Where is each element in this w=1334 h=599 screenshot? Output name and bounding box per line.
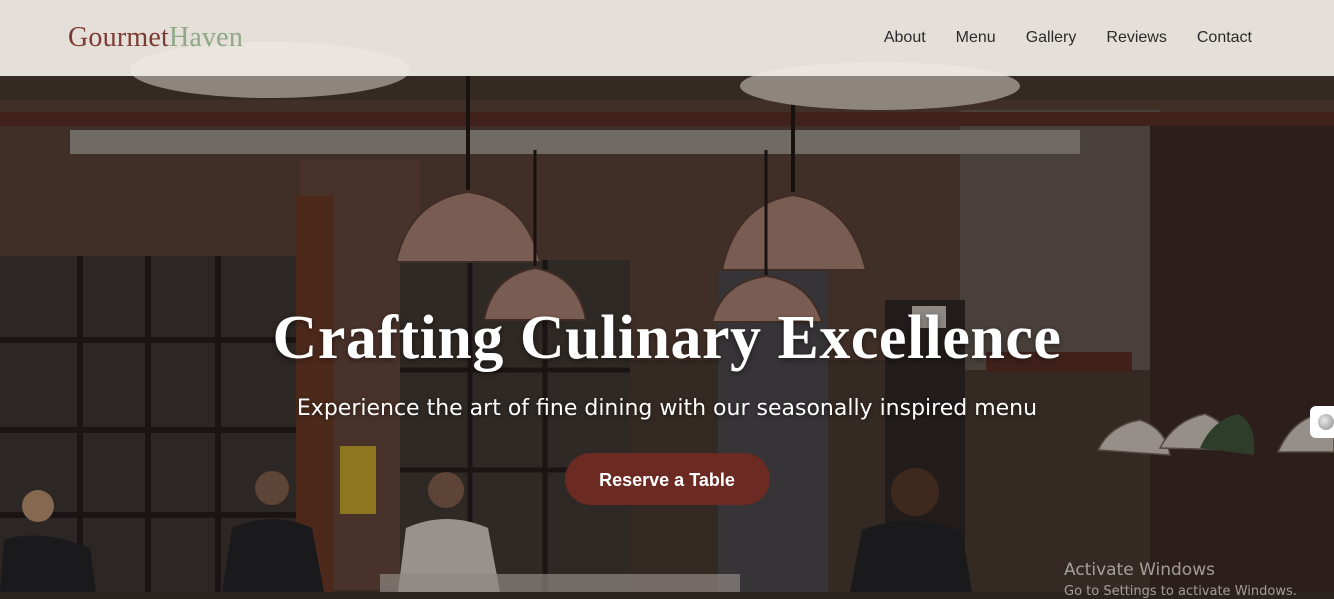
nav-links: About Menu Gallery Reviews Contact	[884, 29, 1252, 47]
widget-icon	[1318, 414, 1334, 430]
hero-content: Crafting Culinary Excellence Experience …	[0, 300, 1334, 505]
nav-link-menu[interactable]: Menu	[956, 29, 996, 47]
nav-link-contact[interactable]: Contact	[1197, 29, 1252, 47]
navbar: GourmetHaven About Menu Gallery Reviews …	[0, 0, 1334, 76]
hero-title: Crafting Culinary Excellence	[272, 304, 1062, 372]
floating-widget-button[interactable]	[1310, 406, 1334, 438]
brand-logo-part2: Haven	[168, 22, 244, 53]
nav-link-gallery[interactable]: Gallery	[1026, 29, 1077, 47]
brand-logo-part1: Gourmet	[68, 22, 169, 53]
nav-link-reviews[interactable]: Reviews	[1106, 29, 1166, 47]
brand-logo[interactable]: GourmetHaven	[68, 22, 243, 54]
nav-link-about[interactable]: About	[884, 29, 926, 47]
watermark-line1: Activate Windows	[1064, 560, 1215, 580]
hero-section: Crafting Culinary Excellence Experience …	[0, 0, 1334, 592]
windows-activation-watermark: Activate Windows Go to Settings to activ…	[1064, 560, 1297, 599]
hero-subtitle: Experience the art of fine dining with o…	[296, 396, 1038, 421]
reserve-table-button[interactable]: Reserve a Table	[564, 453, 770, 505]
